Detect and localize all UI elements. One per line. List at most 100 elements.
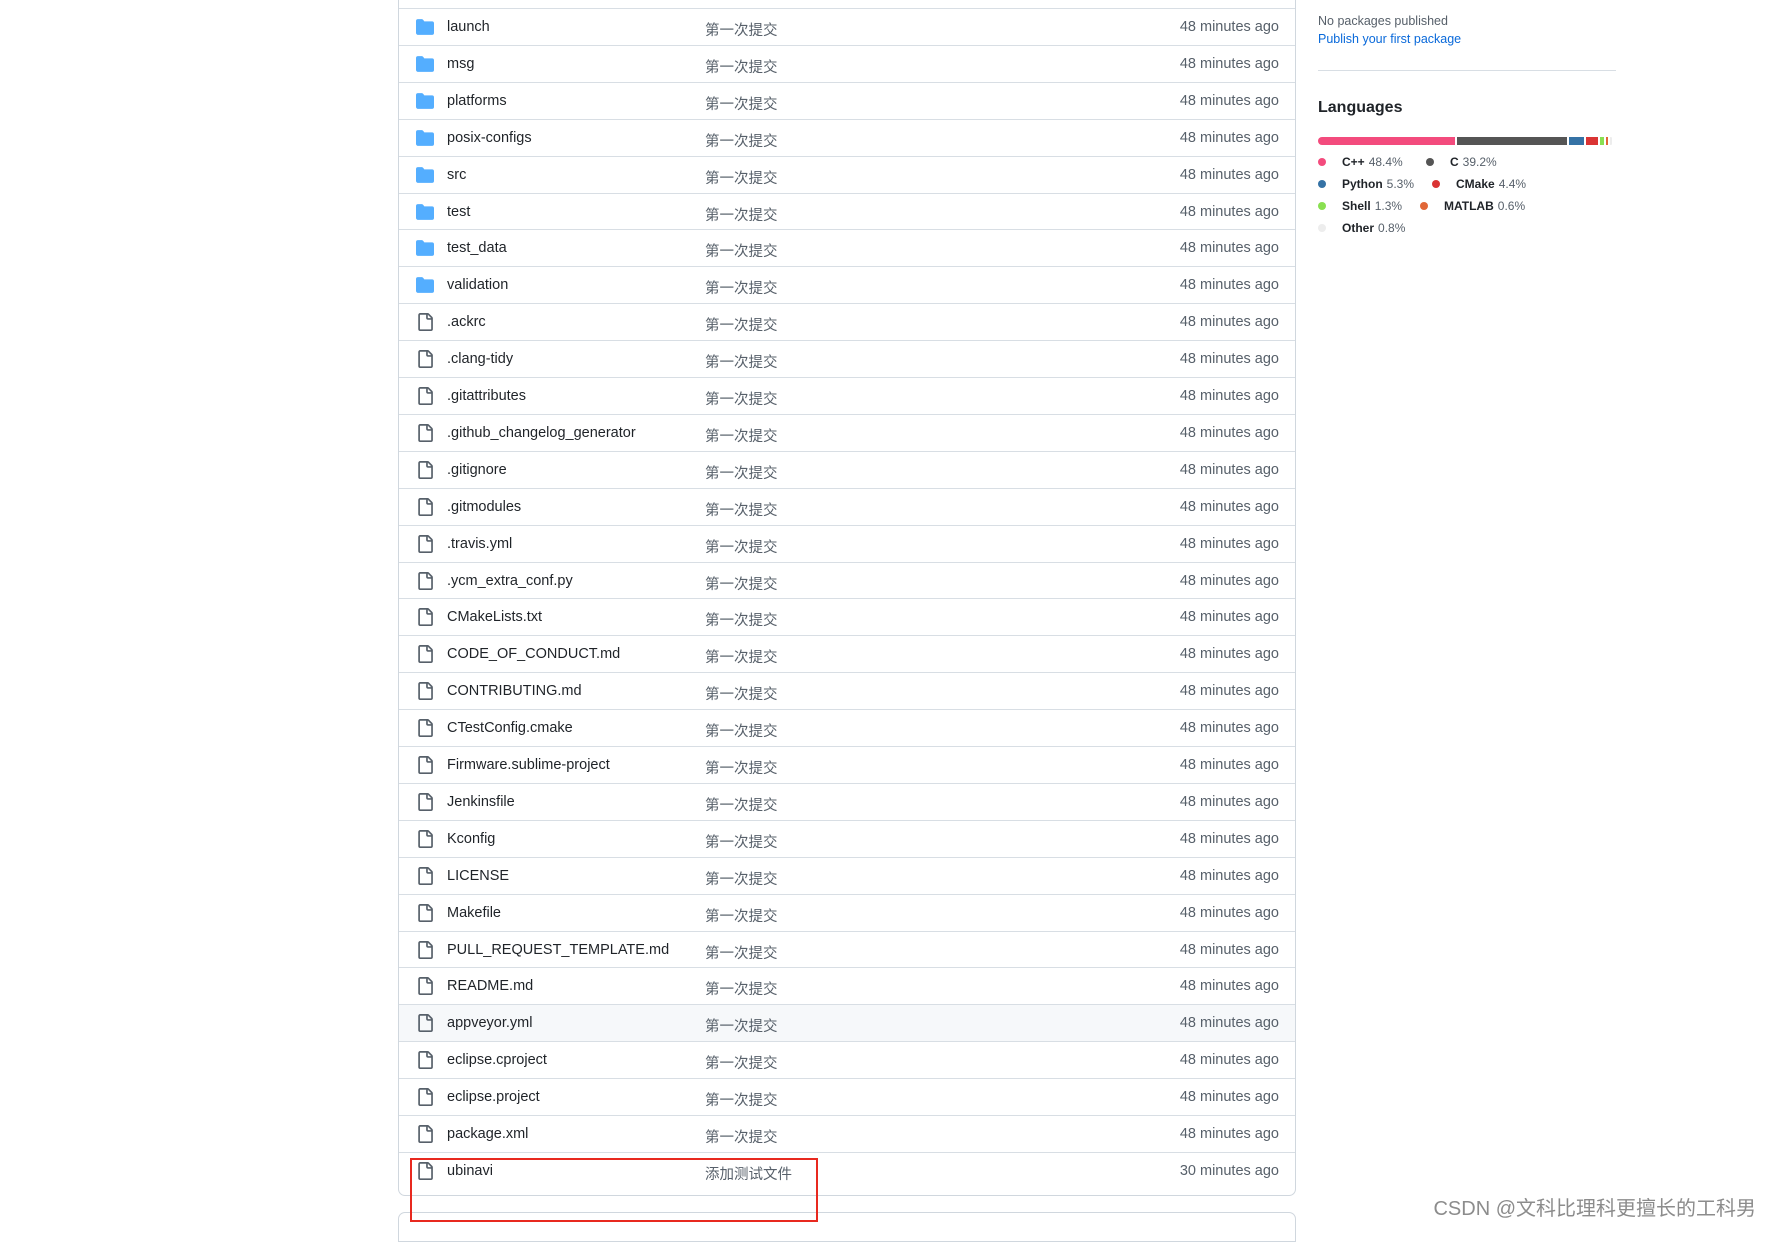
file-row[interactable]: CMakeLists.txt 第一次提交 48 minutes ago [399, 598, 1295, 635]
file-row[interactable]: Makefile 第一次提交 48 minutes ago [399, 893, 1295, 931]
file-name-link[interactable]: src [447, 167, 466, 183]
file-name-link[interactable]: .ycm_extra_conf.py [447, 573, 573, 589]
file-row[interactable]: validation 第一次提交 48 minutes ago [399, 266, 1295, 303]
file-name-link[interactable]: Jenkinsfile [447, 794, 515, 810]
file-row[interactable]: CTestConfig.cmake 第一次提交 48 minutes ago [399, 709, 1295, 746]
file-name-link[interactable]: eclipse.cproject [447, 1052, 547, 1068]
commit-message-link[interactable]: 第一次提交 [705, 314, 778, 335]
commit-message-link[interactable]: 第一次提交 [705, 1015, 778, 1036]
file-name-link[interactable]: .gitattributes [447, 388, 526, 404]
file-name-link[interactable]: .ackrc [447, 314, 486, 330]
file-row[interactable]: CODE_OF_CONDUCT.md 第一次提交 48 minutes ago [399, 635, 1295, 672]
file-row[interactable]: msg 第一次提交 48 minutes ago [399, 44, 1295, 82]
commit-message-link[interactable]: 第一次提交 [705, 573, 778, 594]
commit-message-link[interactable]: 第一次提交 [705, 1126, 778, 1147]
file-name-link[interactable]: .gitmodules [447, 499, 521, 515]
commit-message-link[interactable]: 第一次提交 [705, 609, 778, 630]
commit-message-link[interactable]: 第一次提交 [705, 167, 778, 188]
file-name-link[interactable]: .clang-tidy [447, 351, 513, 367]
file-name-link[interactable]: PULL_REQUEST_TEMPLATE.md [447, 942, 669, 958]
file-row[interactable]: .clang-tidy 第一次提交 48 minutes ago [399, 340, 1295, 377]
file-name-link[interactable]: appveyor.yml [447, 1015, 532, 1031]
commit-message-link[interactable]: 第一次提交 [705, 646, 778, 667]
file-row[interactable]: posix-configs 第一次提交 48 minutes ago [399, 118, 1295, 156]
commit-message-link[interactable]: 第一次提交 [705, 277, 778, 298]
commit-message-link[interactable]: 第一次提交 [705, 425, 778, 446]
language-name: MATLAB [1444, 199, 1494, 213]
commit-message-link[interactable]: 第一次提交 [705, 56, 778, 77]
file-row[interactable]: .gitignore 第一次提交 48 minutes ago [399, 450, 1295, 488]
file-name-link[interactable]: .github_changelog_generator [447, 425, 636, 441]
file-name-link[interactable]: test [447, 204, 470, 220]
file-row[interactable]: CONTRIBUTING.md 第一次提交 48 minutes ago [399, 672, 1295, 709]
file-row[interactable]: README.md 第一次提交 48 minutes ago [399, 967, 1295, 1004]
commit-message-link[interactable]: 第一次提交 [705, 536, 778, 557]
file-row[interactable]: appveyor.yml 第一次提交 48 minutes ago [399, 1004, 1295, 1042]
file-row[interactable]: Firmware.sublime-project 第一次提交 48 minutes … [399, 746, 1295, 783]
language-percent: 48.4% [1368, 155, 1403, 169]
annotation-highlight-box [410, 1158, 818, 1222]
file-name-link[interactable]: Kconfig [447, 831, 495, 847]
file-name-link[interactable]: test_data [447, 240, 507, 256]
commit-message-link[interactable]: 第一次提交 [705, 1052, 778, 1073]
file-row[interactable]: .travis.yml 第一次提交 48 minutes ago [399, 524, 1295, 562]
file-row[interactable]: .gitmodules 第一次提交 48 minutes ago [399, 487, 1295, 525]
file-row[interactable]: test 第一次提交 48 minutes ago [399, 192, 1295, 230]
file-name-link[interactable]: README.md [447, 978, 533, 994]
file-row[interactable]: eclipse.cproject 第一次提交 48 minutes ago [399, 1041, 1295, 1078]
file-row[interactable]: platforms 第一次提交 48 minutes ago [399, 81, 1295, 119]
file-name-link[interactable]: msg [447, 56, 474, 72]
commit-message-link[interactable]: 第一次提交 [705, 978, 778, 999]
commit-message-link[interactable]: 第一次提交 [705, 720, 778, 741]
commit-message-link[interactable]: 第一次提交 [705, 831, 778, 852]
commit-message-link[interactable]: 第一次提交 [705, 93, 778, 114]
commit-message-link[interactable]: 第一次提交 [705, 757, 778, 778]
file-name-link[interactable]: CODE_OF_CONDUCT.md [447, 646, 620, 662]
file-name-link[interactable]: CTestConfig.cmake [447, 720, 573, 736]
file-row[interactable]: src 第一次提交 48 minutes ago [399, 155, 1295, 193]
commit-message-link[interactable]: 第一次提交 [705, 499, 778, 520]
file-row[interactable]: .ackrc 第一次提交 48 minutes ago [399, 303, 1295, 340]
file-row[interactable]: .github_changelog_generator 第一次提交 48 minut… [399, 413, 1295, 451]
file-name-link[interactable]: validation [447, 277, 508, 293]
file-name-link[interactable]: eclipse.project [447, 1089, 540, 1105]
commit-message-link[interactable]: 第一次提交 [705, 942, 778, 963]
file-row[interactable]: package.xml 第一次提交 48 minutes ago [399, 1115, 1295, 1152]
commit-message-link[interactable]: 第一次提交 [705, 868, 778, 889]
file-row[interactable]: Kconfig 第一次提交 48 minutes ago [399, 819, 1295, 857]
file-row[interactable]: eclipse.project 第一次提交 48 minutes ago [399, 1078, 1295, 1115]
commit-message-link[interactable]: 第一次提交 [705, 388, 778, 409]
file-name-link[interactable]: .travis.yml [447, 536, 512, 552]
file-name-link[interactable]: posix-configs [447, 130, 532, 146]
file-row[interactable]: .ycm_extra_conf.py 第一次提交 48 minutes ago [399, 561, 1295, 599]
file-name-link[interactable]: Firmware.sublime-project [447, 757, 610, 773]
file-name-link[interactable]: package.xml [447, 1126, 528, 1142]
commit-age: 48 minutes ago [1179, 1052, 1279, 1069]
file-name-link[interactable]: CMakeLists.txt [447, 609, 542, 625]
file-name-link[interactable]: launch [447, 19, 490, 35]
file-row[interactable]: Jenkinsfile 第一次提交 48 minutes ago [399, 782, 1295, 820]
file-row[interactable]: PULL_REQUEST_TEMPLATE.md 第一次提交 48 minutes … [399, 930, 1295, 968]
file-row[interactable]: test_data 第一次提交 48 minutes ago [399, 229, 1295, 266]
commit-message-link[interactable]: 第一次提交 [705, 19, 778, 40]
commit-message-link[interactable]: 第一次提交 [705, 794, 778, 815]
commit-message-link[interactable]: 第一次提交 [705, 683, 778, 704]
commit-message-link[interactable]: 第一次提交 [705, 240, 778, 261]
file-row[interactable]: LICENSE 第一次提交 48 minutes ago [399, 856, 1295, 894]
commit-message-link[interactable]: 第一次提交 [705, 204, 778, 225]
file-row[interactable]: launch 第一次提交 48 minutes ago [399, 8, 1295, 45]
commit-message-link[interactable]: 第一次提交 [705, 905, 778, 926]
commit-message-link[interactable]: 第一次提交 [705, 462, 778, 483]
commit-age: 48 minutes ago [1179, 129, 1279, 146]
file-row[interactable]: .gitattributes 第一次提交 48 minutes ago [399, 377, 1295, 414]
file-name-link[interactable]: Makefile [447, 905, 501, 921]
file-name-link[interactable]: CONTRIBUTING.md [447, 683, 582, 699]
file-name-link[interactable]: platforms [447, 93, 507, 109]
commit-message-link[interactable]: 第一次提交 [705, 351, 778, 372]
commit-age: 48 minutes ago [1179, 683, 1279, 700]
commit-message-link[interactable]: 第一次提交 [705, 130, 778, 151]
file-name-link[interactable]: LICENSE [447, 868, 509, 884]
commit-message-link[interactable]: 第一次提交 [705, 1089, 778, 1110]
file-name-link[interactable]: .gitignore [447, 462, 507, 478]
publish-package-link[interactable]: Publish your first package [1318, 32, 1461, 46]
